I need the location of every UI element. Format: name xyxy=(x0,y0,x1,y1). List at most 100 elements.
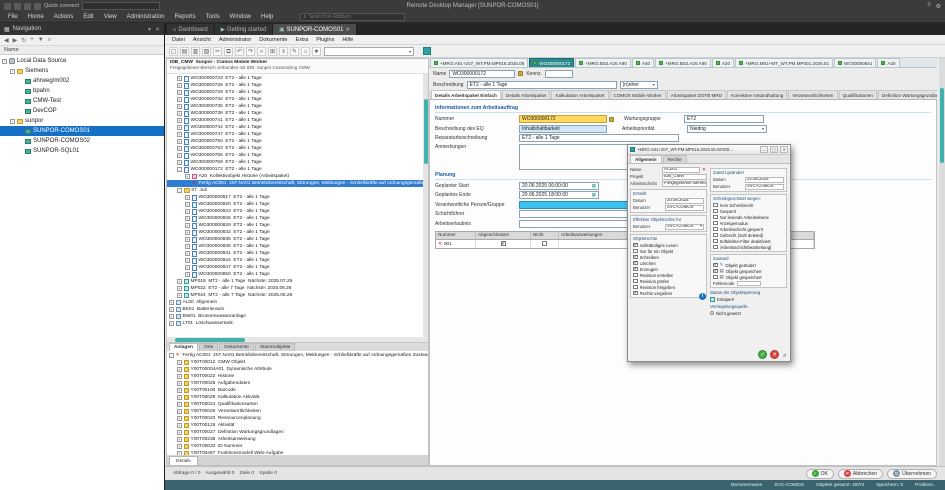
open-icon[interactable] xyxy=(24,3,31,10)
checkbox[interactable] xyxy=(633,279,638,284)
nicht-checkbox[interactable] xyxy=(542,241,547,246)
expander-icon[interactable]: + xyxy=(185,272,190,277)
effektiv-benutzer-dropdown[interactable]: SVC-COMOS xyxy=(665,224,704,230)
tree-item[interactable]: + WO300000723 ET2 - alle 1 Tage xyxy=(167,75,423,82)
schichtfuehrer-field[interactable] xyxy=(519,210,629,218)
nav-tree-item[interactable]: ahrweg/m002 xyxy=(0,76,164,86)
form-tab[interactable]: Verantwortlichkeiten xyxy=(788,90,837,99)
expander-icon[interactable]: - xyxy=(177,167,182,172)
pin-icon[interactable]: ▾ xyxy=(148,26,151,33)
tree-item[interactable]: + WO300000847 ET2 - alle 1 Tage xyxy=(167,264,423,271)
expander-icon[interactable]: + xyxy=(177,409,182,414)
checkbox[interactable] xyxy=(633,261,638,266)
kennz-field[interactable] xyxy=(545,70,573,78)
dialog-tab[interactable]: Allgemein xyxy=(630,155,662,163)
expander-icon[interactable]: + xyxy=(177,83,182,88)
reparatur-field[interactable]: ET2 - alle 1 Tage xyxy=(519,134,679,142)
expander-icon[interactable]: + xyxy=(177,402,182,407)
expander-icon[interactable]: + xyxy=(177,146,182,151)
toolbar-icon[interactable]: ▢ xyxy=(169,47,178,56)
tree-item[interactable]: + WO300000823 ET2 - alle 1 Tage xyxy=(167,208,423,215)
navigator-tab[interactable]: Orte xyxy=(199,343,218,351)
ribbon-search-input[interactable] xyxy=(308,14,402,20)
expander-icon[interactable]: + xyxy=(177,76,182,81)
expander-icon[interactable]: + xyxy=(177,111,182,116)
toolbar-icon[interactable]: ↷ xyxy=(246,47,255,56)
tree-item[interactable]: + WO300000741 ET2 - alle 1 Tage xyxy=(167,117,423,124)
tree-item[interactable]: + WO300000756 ET2 - alle 1 Tage xyxy=(167,152,423,159)
toolbar-icon[interactable]: ⊞ xyxy=(268,47,277,56)
minimize-icon[interactable]: — xyxy=(760,146,768,153)
nav-tree-item[interactable]: - Siemens xyxy=(0,66,164,76)
resize-grip[interactable]: ◢ xyxy=(782,352,786,358)
form-tab[interactable]: Qualifikationen xyxy=(839,90,877,99)
arbeitserlaubnis-field[interactable] xyxy=(519,220,629,228)
toolbar-icon[interactable]: ≡ xyxy=(279,47,288,56)
save-icon[interactable] xyxy=(34,3,41,10)
menu-item[interactable]: Reports xyxy=(170,14,201,20)
nav-tree-item[interactable]: SUNPOR-COMOS02 xyxy=(0,136,164,146)
expander-icon[interactable]: + xyxy=(177,153,182,158)
tree-item[interactable]: + A20 Kollektivobjekt Historie (Arbeitsp… xyxy=(167,173,423,180)
form-scrollbar-thumb[interactable] xyxy=(940,88,944,163)
menu-item[interactable]: Window xyxy=(225,14,256,20)
toolbar-icon[interactable]: ⌂ xyxy=(301,47,310,56)
toolbar-icon[interactable]: ▶ xyxy=(13,37,18,44)
structure-tree-item[interactable]: + Y00T00025 Aufgabendaten xyxy=(167,380,428,387)
comos-menu-item[interactable]: Dokumente xyxy=(255,37,291,43)
maximize-icon[interactable]: ▢ xyxy=(770,146,778,153)
expander-icon[interactable]: + xyxy=(177,416,182,421)
object-tab[interactable]: A20 xyxy=(877,58,899,67)
close-panel-icon[interactable]: ✕ xyxy=(155,26,160,33)
form-tab[interactable]: Korrektive Instandhaltung xyxy=(727,90,787,99)
checkbox[interactable] xyxy=(633,273,638,278)
menu-item[interactable]: Edit xyxy=(78,14,98,20)
wartungsgruppe-field[interactable]: ET2 xyxy=(684,115,764,123)
expander-icon[interactable]: + xyxy=(177,125,182,130)
table-column-header[interactable]: Nicht xyxy=(531,231,559,239)
nav-tree-item[interactable]: SUNPOR-SQL01 xyxy=(0,146,164,156)
comos-menu-item[interactable]: Plugins xyxy=(312,37,338,43)
expander-icon[interactable]: + xyxy=(177,374,182,379)
expander-icon[interactable]: + xyxy=(177,160,182,165)
document-tab[interactable]: SUNPOR-COMOS01 ✕ xyxy=(273,24,356,35)
comos-menu-item[interactable]: Ansicht xyxy=(189,37,215,43)
info-icon[interactable]: i xyxy=(699,293,706,300)
structure-tree-item[interactable]: + Y00T00004A01 Dynamische Attribute xyxy=(167,366,428,373)
nav-tree-item[interactable]: - Local Data Source xyxy=(0,56,164,66)
tree-scrollbar[interactable] xyxy=(423,74,428,337)
table-column-header[interactable]: Abgeschlossen xyxy=(476,231,531,239)
expander-icon[interactable]: + xyxy=(177,395,182,400)
tree-item[interactable]: + WO300000817 ET2 - alle 1 Tage xyxy=(167,194,423,201)
expander-icon[interactable]: - xyxy=(2,59,7,64)
expander-icon[interactable]: + xyxy=(177,132,182,137)
expander-icon[interactable]: + xyxy=(185,237,190,242)
nav-tree-item[interactable]: DevCOP xyxy=(0,106,164,116)
menu-item[interactable]: Home xyxy=(23,14,49,20)
tree-item[interactable]: + WO300000829 ET2 - alle 1 Tage xyxy=(167,222,423,229)
tree-item[interactable]: + WO300000744 ET2 - alle 1 Tage xyxy=(167,124,423,131)
expander-icon[interactable]: + xyxy=(169,314,174,319)
tree-item[interactable]: + WO300000750 ET2 - alle 1 Tage xyxy=(167,138,423,145)
tree-scrollbar-thumb[interactable] xyxy=(424,99,428,164)
prio-dropdown[interactable]: Niedrig xyxy=(687,125,767,133)
action-button[interactable]: Abbrechen xyxy=(838,469,883,479)
expander-icon[interactable]: + xyxy=(177,423,182,428)
expander-icon[interactable]: - xyxy=(177,188,182,193)
form-tab[interactable]: Arbeitspaket DOTB MRO xyxy=(667,90,727,99)
toolbar-icon[interactable]: ✂ xyxy=(213,47,222,56)
expander-icon[interactable]: + xyxy=(177,293,182,298)
abgeschlossen-checkbox[interactable] xyxy=(501,241,506,246)
dialog-tab[interactable]: Rechte xyxy=(663,155,687,163)
ende-field[interactable]: 20.06.2025 18:00:00▦ xyxy=(519,191,599,199)
expander-icon[interactable]: + xyxy=(185,174,190,179)
object-tab[interactable]: A40 xyxy=(632,58,654,67)
description-mode-dropdown[interactable]: (n)eher xyxy=(620,81,658,89)
expander-icon[interactable]: + xyxy=(185,258,190,263)
settings-icon[interactable]: ⚙ xyxy=(936,3,941,10)
toolbar-combobox[interactable] xyxy=(324,47,414,56)
details-tab[interactable]: Details xyxy=(169,456,198,465)
dialog-titlebar[interactable]: +MRO.A01+207_WT.PM.MP016.2025.06.WO00...… xyxy=(628,145,790,155)
structure-tree-item[interactable]: + Y00T00012 CMW Objekt xyxy=(167,359,428,366)
start-field[interactable]: 20.06.2025 06:00:00▦ xyxy=(519,182,599,190)
